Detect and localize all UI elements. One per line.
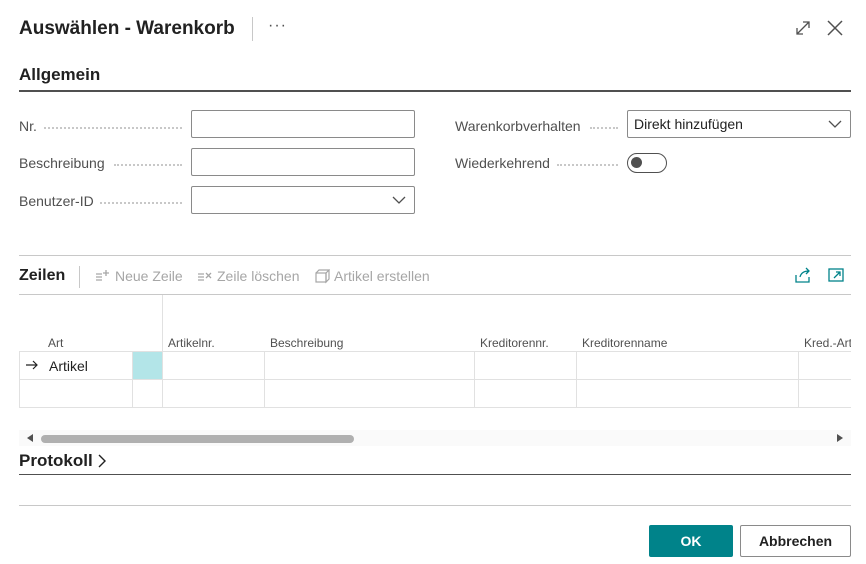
column-header-kreditorenname[interactable]: Kreditorenname: [582, 336, 667, 350]
wiederkehrend-toggle[interactable]: [627, 153, 667, 173]
wiederkehrend-leader: [557, 164, 618, 166]
wiederkehrend-label: Wiederkehrend: [455, 155, 550, 171]
nr-label: Nr.: [19, 118, 37, 134]
delete-line-label: Zeile löschen: [217, 268, 300, 284]
grid-row-line: [19, 407, 851, 408]
nr-leader: [44, 127, 182, 129]
title-divider: [252, 17, 253, 41]
section-general-divider: [19, 90, 851, 92]
expand-icon[interactable]: [794, 19, 812, 37]
benutzer-id-select[interactable]: [191, 186, 415, 214]
selected-cell[interactable]: [133, 352, 162, 379]
new-line-label: Neue Zeile: [115, 268, 183, 284]
warenkorbverhalten-leader: [590, 127, 618, 129]
close-icon[interactable]: [826, 19, 844, 37]
grid-column-line: [162, 295, 163, 408]
column-header-artikelnr[interactable]: Artikelnr.: [168, 336, 215, 350]
protokoll-heading: Protokoll: [19, 451, 93, 470]
beschreibung-label: Beschreibung: [19, 155, 105, 171]
beschreibung-input[interactable]: [191, 148, 415, 176]
beschreibung-leader: [114, 164, 182, 166]
grid-row-line: [19, 379, 851, 380]
warenkorbverhalten-select[interactable]: Direkt hinzufügen: [627, 110, 851, 138]
scrollbar-thumb[interactable]: [41, 435, 354, 443]
open-in-new-window-icon[interactable]: [827, 266, 845, 284]
toggle-knob: [631, 157, 642, 168]
section-general-heading[interactable]: Allgemein: [19, 65, 100, 85]
lines-heading[interactable]: Zeilen: [19, 267, 65, 285]
chevron-right-icon: [98, 454, 106, 468]
grid-column-line: [264, 351, 265, 408]
create-item-icon: [315, 269, 330, 284]
lines-top-divider: [19, 255, 851, 256]
chevron-down-icon: [828, 120, 842, 128]
ok-button[interactable]: OK: [649, 525, 733, 557]
row-1-art[interactable]: Artikel: [49, 358, 88, 374]
chevron-down-icon: [392, 196, 406, 204]
arrow-right-icon: [26, 360, 38, 370]
dialog-title: Auswählen - Warenkorb: [19, 18, 235, 39]
grid-column-line: [474, 351, 475, 408]
column-header-kreditorennr[interactable]: Kreditorennr.: [480, 336, 549, 350]
create-item-label: Artikel erstellen: [334, 268, 430, 284]
grid-column-line: [19, 351, 20, 408]
column-header-art[interactable]: Art: [48, 336, 63, 350]
protokoll-divider: [19, 474, 851, 475]
delete-line-button[interactable]: Zeile löschen: [197, 268, 300, 284]
create-item-button[interactable]: Artikel erstellen: [314, 268, 430, 284]
benutzer-id-label: Benutzer-ID: [19, 193, 94, 209]
section-protokoll[interactable]: Protokoll: [19, 451, 107, 471]
column-header-beschreibung[interactable]: Beschreibung: [270, 336, 343, 350]
new-line-button[interactable]: Neue Zeile: [95, 268, 183, 284]
cancel-button[interactable]: Abbrechen: [740, 525, 851, 557]
more-options-button[interactable]: ···: [268, 17, 287, 35]
new-line-icon: [96, 270, 109, 281]
warenkorbverhalten-label: Warenkorbverhalten: [455, 118, 581, 134]
column-header-kred-art[interactable]: Kred.-Art: [804, 336, 851, 350]
share-icon[interactable]: [794, 266, 812, 284]
grid-column-line: [798, 351, 799, 408]
scroll-right-icon[interactable]: [837, 434, 843, 442]
warenkorbverhalten-value: Direkt hinzufügen: [634, 116, 743, 132]
delete-line-icon: [198, 272, 212, 281]
footer-divider: [19, 505, 851, 506]
benutzer-id-leader: [100, 202, 182, 204]
lines-grid: Art Artikelnr. Beschreibung Kreditorennr…: [19, 295, 851, 408]
scroll-left-icon[interactable]: [27, 434, 33, 442]
toolbar-divider: [79, 266, 80, 288]
nr-input[interactable]: [191, 110, 415, 138]
grid-column-line: [576, 351, 577, 408]
